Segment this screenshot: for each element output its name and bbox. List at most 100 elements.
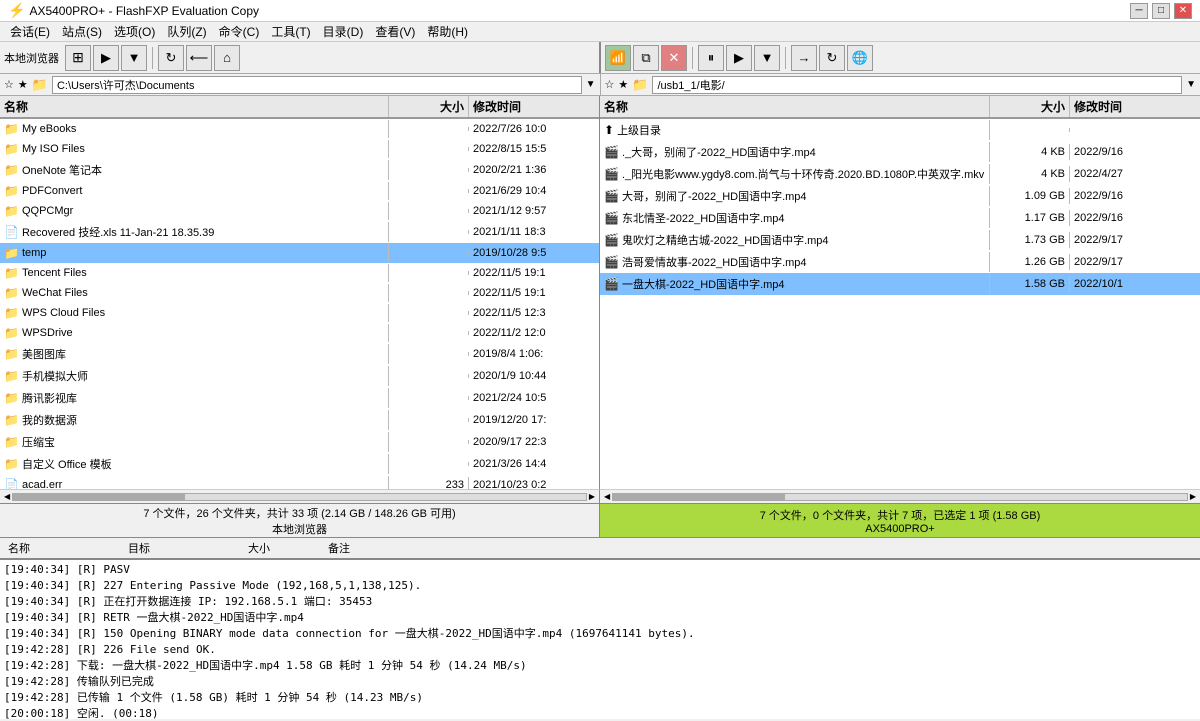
remote-btn-arrow[interactable]: ▼ <box>754 45 780 71</box>
local-file-row[interactable]: 📁 我的数据源 2019/12/20 17: <box>0 409 599 431</box>
local-scroll-left[interactable]: ◀ <box>2 492 12 501</box>
minimize-button[interactable]: ─ <box>1130 3 1148 19</box>
menu-xuanxiang[interactable]: 选项(O) <box>108 22 161 41</box>
local-address-input[interactable] <box>52 76 582 94</box>
local-file-row[interactable]: 📁 My ISO Files 2022/8/15 15:5 <box>0 139 599 159</box>
remote-file-name[interactable]: 🎬 鬼吹灯之精绝古城-2022_HD国语中字.mp4 <box>600 230 990 250</box>
local-file-name[interactable]: 📄 acad.err <box>0 476 389 489</box>
remote-file-row[interactable]: ⬆ 上级目录 <box>600 119 1200 141</box>
remote-scroll-left[interactable]: ◀ <box>602 492 612 501</box>
local-file-row[interactable]: 📁 腾讯影视库 2021/2/24 10:5 <box>0 387 599 409</box>
local-btn-home[interactable]: ⌂ <box>214 45 240 71</box>
local-file-row[interactable]: 📄 Recovered 技经.xls 11-Jan-21 18.35.39 20… <box>0 221 599 243</box>
local-btn-arrow[interactable]: ▼ <box>121 45 147 71</box>
remote-file-name[interactable]: ⬆ 上级目录 <box>600 120 990 140</box>
titlebar-controls[interactable]: ─ □ ✕ <box>1130 3 1192 19</box>
local-file-row[interactable]: 📁 temp 2019/10/28 9:5 <box>0 243 599 263</box>
remote-address-input[interactable] <box>652 76 1182 94</box>
remote-scroll-track[interactable] <box>612 493 1188 501</box>
remote-btn-transfer[interactable]: → <box>791 45 817 71</box>
close-button[interactable]: ✕ <box>1174 3 1192 19</box>
remote-scroll-right[interactable]: ▶ <box>1188 492 1198 501</box>
remote-file-name[interactable]: 🎬 东北情圣-2022_HD国语中字.mp4 <box>600 208 990 228</box>
local-file-row[interactable]: 📁 PDFConvert 2021/6/29 10:4 <box>0 181 599 201</box>
remote-scrollbar[interactable]: ◀ ▶ <box>600 489 1200 503</box>
local-file-name[interactable]: 📁 PDFConvert <box>0 182 389 200</box>
local-file-name[interactable]: 📁 WPSDrive <box>0 324 389 342</box>
remote-btn-copy[interactable]: ⧉ <box>633 45 659 71</box>
local-file-row[interactable]: 📁 手机模拟大师 2020/1/9 10:44 <box>0 365 599 387</box>
remote-file-row[interactable]: 🎬 大哥，别闹了-2022_HD国语中字.mp4 1.09 GB 2022/9/… <box>600 185 1200 207</box>
local-file-name[interactable]: 📁 自定义 Office 模板 <box>0 454 389 474</box>
remote-btn-play[interactable]: ▶ <box>726 45 752 71</box>
remote-file-row[interactable]: 🎬 一盘大棋-2022_HD国语中字.mp4 1.58 GB 2022/10/1 <box>600 273 1200 295</box>
remote-address-dropdown[interactable]: ▼ <box>1186 79 1196 90</box>
menu-huihua[interactable]: 会话(E) <box>4 22 56 41</box>
remote-col-date[interactable]: 修改时间 <box>1070 96 1200 117</box>
remote-btn-refresh[interactable]: ↻ <box>819 45 845 71</box>
menu-duilie[interactable]: 队列(Z) <box>161 22 212 41</box>
local-file-row[interactable]: 📁 My eBooks 2022/7/26 10:0 <box>0 119 599 139</box>
remote-btn-globe[interactable]: 🌐 <box>847 45 873 71</box>
maximize-button[interactable]: □ <box>1152 3 1170 19</box>
local-file-row[interactable]: 📁 Tencent Files 2022/11/5 19:1 <box>0 263 599 283</box>
local-file-name[interactable]: 📁 我的数据源 <box>0 410 389 430</box>
local-file-name[interactable]: 📁 temp <box>0 244 389 262</box>
local-file-row[interactable]: 📁 自定义 Office 模板 2021/3/26 14:4 <box>0 453 599 475</box>
remote-file-row[interactable]: 🎬 东北情圣-2022_HD国语中字.mp4 1.17 GB 2022/9/16 <box>600 207 1200 229</box>
local-file-name[interactable]: 📁 Tencent Files <box>0 264 389 282</box>
remote-file-name[interactable]: 🎬 ._大哥，别闹了-2022_HD国语中字.mp4 <box>600 142 990 162</box>
local-btn-refresh[interactable]: ↻ <box>158 45 184 71</box>
local-file-row[interactable]: 📁 QQPCMgr 2021/1/12 9:57 <box>0 201 599 221</box>
remote-col-name[interactable]: 名称 <box>600 96 990 117</box>
local-scrollbar[interactable]: ◀ ▶ <box>0 489 600 503</box>
menu-bangzhu[interactable]: 帮助(H) <box>421 22 474 41</box>
local-scroll-right[interactable]: ▶ <box>587 492 597 501</box>
local-file-row[interactable]: 📁 WPSDrive 2022/11/2 12:0 <box>0 323 599 343</box>
menu-mulu[interactable]: 目录(D) <box>317 22 370 41</box>
local-btn-play[interactable]: ▶ <box>93 45 119 71</box>
menu-chakan[interactable]: 查看(V) <box>369 22 421 41</box>
local-scroll-thumb[interactable] <box>13 494 185 500</box>
local-file-name[interactable]: 📁 OneNote 笔记本 <box>0 160 389 180</box>
local-scroll-track[interactable] <box>12 493 587 501</box>
remote-btn-connect[interactable]: 📶 <box>605 45 631 71</box>
local-btn-prev[interactable]: ⟵ <box>186 45 212 71</box>
local-file-name[interactable]: 📁 My ISO Files <box>0 140 389 158</box>
local-file-name[interactable]: 📄 Recovered 技经.xls 11-Jan-21 18.35.39 <box>0 222 389 242</box>
local-file-name[interactable]: 📁 压缩宝 <box>0 432 389 452</box>
local-file-name[interactable]: 📁 My eBooks <box>0 120 389 138</box>
remote-file-row[interactable]: 🎬 ._大哥，别闹了-2022_HD国语中字.mp4 4 KB 2022/9/1… <box>600 141 1200 163</box>
remote-file-row[interactable]: 🎬 鬼吹灯之精绝古城-2022_HD国语中字.mp4 1.73 GB 2022/… <box>600 229 1200 251</box>
local-file-row[interactable]: 📄 acad.err 233 2021/10/23 0:2 <box>0 475 599 489</box>
local-file-name[interactable]: 📁 手机模拟大师 <box>0 366 389 386</box>
local-file-row[interactable]: 📁 压缩宝 2020/9/17 22:3 <box>0 431 599 453</box>
remote-scroll-thumb[interactable] <box>613 494 785 500</box>
remote-btn-pause[interactable]: ⏸ <box>698 45 724 71</box>
remote-col-size[interactable]: 大小 <box>990 96 1070 117</box>
remote-file-name[interactable]: 🎬 一盘大棋-2022_HD国语中字.mp4 <box>600 274 990 294</box>
local-btn1[interactable]: ⊞ <box>65 45 91 71</box>
menu-mingling[interactable]: 命令(C) <box>213 22 266 41</box>
remote-file-row[interactable]: 🎬 浩哥爱情故事-2022_HD国语中字.mp4 1.26 GB 2022/9/… <box>600 251 1200 273</box>
remote-file-row[interactable]: 🎬 ._阳光电影www.ygdy8.com.尚气与十环传奇.2020.BD.10… <box>600 163 1200 185</box>
local-file-name[interactable]: 📁 腾讯影视库 <box>0 388 389 408</box>
local-file-row[interactable]: 📁 WPS Cloud Files 2022/11/5 12:3 <box>0 303 599 323</box>
local-file-name[interactable]: 📁 美图图库 <box>0 344 389 364</box>
local-file-row[interactable]: 📁 美图图库 2019/8/4 1:06: <box>0 343 599 365</box>
local-col-size[interactable]: 大小 <box>389 96 469 117</box>
remote-btn-close[interactable]: ✕ <box>661 45 687 71</box>
local-col-date[interactable]: 修改时间 <box>469 96 599 117</box>
menu-zhidian[interactable]: 站点(S) <box>56 22 108 41</box>
local-col-name[interactable]: 名称 <box>0 96 389 117</box>
remote-file-name[interactable]: 🎬 ._阳光电影www.ygdy8.com.尚气与十环传奇.2020.BD.10… <box>600 164 990 184</box>
local-file-row[interactable]: 📁 OneNote 笔记本 2020/2/21 1:36 <box>0 159 599 181</box>
local-file-row[interactable]: 📁 WeChat Files 2022/11/5 19:1 <box>0 283 599 303</box>
local-file-name[interactable]: 📁 WeChat Files <box>0 284 389 302</box>
local-address-dropdown[interactable]: ▼ <box>586 79 596 90</box>
remote-file-name[interactable]: 🎬 浩哥爱情故事-2022_HD国语中字.mp4 <box>600 252 990 272</box>
remote-file-name[interactable]: 🎬 大哥，别闹了-2022_HD国语中字.mp4 <box>600 186 990 206</box>
menu-gongju[interactable]: 工具(T) <box>265 22 316 41</box>
local-file-name[interactable]: 📁 QQPCMgr <box>0 202 389 220</box>
local-file-name[interactable]: 📁 WPS Cloud Files <box>0 304 389 322</box>
